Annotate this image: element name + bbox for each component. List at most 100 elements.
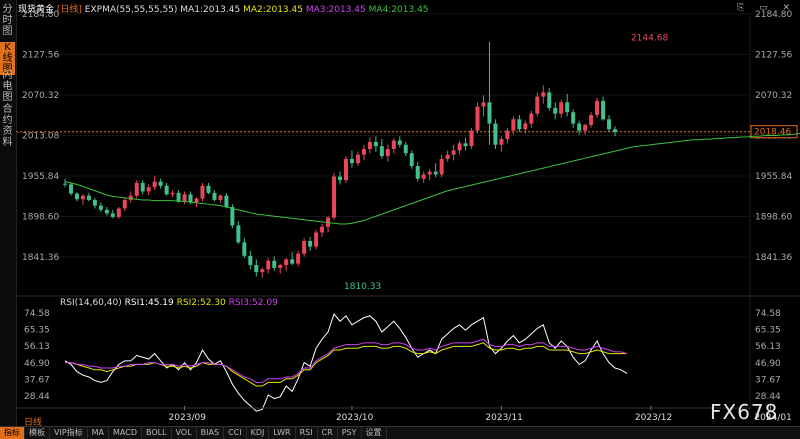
indicator-tab-12[interactable]: CR <box>318 427 338 439</box>
candle-body <box>200 185 205 199</box>
candle-body <box>553 107 558 114</box>
candle-body <box>583 124 588 131</box>
candle-body <box>559 102 564 114</box>
indicator-tab-6[interactable]: VOL <box>172 427 197 439</box>
candle-body <box>613 129 618 133</box>
candle-body <box>296 253 301 264</box>
candle-body <box>86 195 91 200</box>
main-y-tick-left: 2127.56 <box>22 51 59 61</box>
candle-body <box>481 102 486 107</box>
rsi-title: RSI(14,60,40) <box>60 298 122 308</box>
candle-body <box>254 265 259 273</box>
candle-body <box>541 92 546 97</box>
candle-body <box>176 192 181 202</box>
ma4-label: MA4:2013.45 <box>368 5 429 15</box>
candle-body <box>355 154 360 164</box>
candle-body <box>361 149 366 155</box>
indicator-tab-9[interactable]: KDJ <box>247 427 270 439</box>
candle-body <box>182 194 187 202</box>
candle-body <box>349 158 354 164</box>
rsi-y-tick-left: 46.90 <box>24 359 50 369</box>
candle-body <box>122 199 127 209</box>
rsi-y-tick-left: 56.13 <box>24 342 50 352</box>
main-y-tick-left: 2070.32 <box>22 91 59 101</box>
x-tick-label: 2023/10 <box>336 413 374 423</box>
candle-body <box>535 96 540 114</box>
indicator-tab-3[interactable]: MA <box>88 427 110 439</box>
period-tag[interactable]: [日线] <box>57 5 82 15</box>
candle-body <box>379 146 384 157</box>
indicator-tab-8[interactable]: CCI <box>224 427 247 439</box>
indicator-tab-7[interactable]: BIAS <box>197 427 225 439</box>
indicator-tab-13[interactable]: PSY <box>338 427 362 439</box>
main-y-tick-left: 1841.36 <box>22 253 59 263</box>
candle-body <box>98 205 103 210</box>
rsi-header: RSI(14,60,40) RSI1:45.19 RSI2:52.30 RSI3… <box>60 298 278 308</box>
chart-header: 现货黄金 [日线] EXPMA(55,55,55,55) MA1:2013.45… <box>18 2 429 15</box>
candle-body <box>194 198 199 203</box>
candle-body <box>385 149 390 157</box>
candle-body <box>146 187 151 192</box>
candle-body <box>469 130 474 147</box>
instrument-title: 现货黄金 <box>18 5 55 15</box>
candle-body <box>140 182 145 192</box>
candle-body <box>92 199 97 206</box>
indicator-tab-2[interactable]: VIP指标 <box>50 427 88 439</box>
candle-body <box>212 192 217 200</box>
candle-body <box>68 184 73 194</box>
main-y-tick-right: 2070.32 <box>755 91 792 101</box>
candle-body <box>230 207 235 226</box>
indicator-tab-5[interactable]: BOLL <box>142 427 172 439</box>
candle-body <box>439 158 444 175</box>
candle-body <box>505 130 510 140</box>
x-tick-label: 2023/09 <box>169 413 207 423</box>
candle-body <box>343 158 348 181</box>
candle-body <box>367 141 372 149</box>
rsi2-line <box>64 342 627 387</box>
rsi-y-tick-left: 37.67 <box>24 375 50 385</box>
candle-body <box>403 144 408 154</box>
candle-body <box>607 119 612 130</box>
rsi-y-tick-right: 56.13 <box>755 342 781 352</box>
candle-body <box>278 265 283 268</box>
rsi-y-tick-right: 37.67 <box>755 375 781 385</box>
watermark-logo: FX678 <box>710 400 779 424</box>
window-controls[interactable]: ⎘ ▭ ✕ <box>737 3 796 13</box>
rsi-y-tick-left: 65.35 <box>24 326 50 336</box>
indicator-tab-0[interactable]: 指标 <box>0 427 25 439</box>
chart-canvas[interactable]: 1841.36 1841.36 1898.60 1898.60 1955.84 1955.… <box>0 0 800 438</box>
indicator-tab-14[interactable]: 设置 <box>362 427 387 439</box>
candle-body <box>116 208 121 217</box>
candle-body <box>272 260 277 268</box>
main-y-tick-right: 1955.84 <box>755 172 792 182</box>
candle-body <box>547 92 552 108</box>
candle-body <box>284 259 289 266</box>
candle-body <box>463 143 468 147</box>
candle-body <box>595 100 600 116</box>
candle-body <box>164 185 169 195</box>
candle-body <box>302 240 307 254</box>
candle-body <box>128 195 133 200</box>
candle-body <box>373 141 378 147</box>
indicator-tab-10[interactable]: LWR <box>269 427 296 439</box>
candle-body <box>218 195 223 200</box>
candle-body <box>523 123 528 130</box>
candle-body <box>397 140 402 145</box>
candle-body <box>475 106 480 131</box>
candle-body <box>74 193 79 200</box>
candle-body <box>104 209 109 214</box>
candle-body <box>529 113 534 124</box>
candle-body <box>433 171 438 175</box>
indicator-tab-1[interactable]: 模板 <box>25 427 50 439</box>
indicator-tab-11[interactable]: RSI <box>296 427 318 439</box>
indicator-tab-4[interactable]: MACD <box>109 427 143 439</box>
candle-body <box>601 100 606 120</box>
rsi-y-tick-left: 28.44 <box>24 392 50 402</box>
candle-body <box>517 119 522 130</box>
candle-body <box>457 143 462 151</box>
candle-body <box>224 195 229 208</box>
main-y-tick-left: 1898.60 <box>22 213 59 223</box>
candle-body <box>499 139 504 145</box>
candle-body <box>451 150 456 155</box>
rsi3-line <box>64 338 628 383</box>
